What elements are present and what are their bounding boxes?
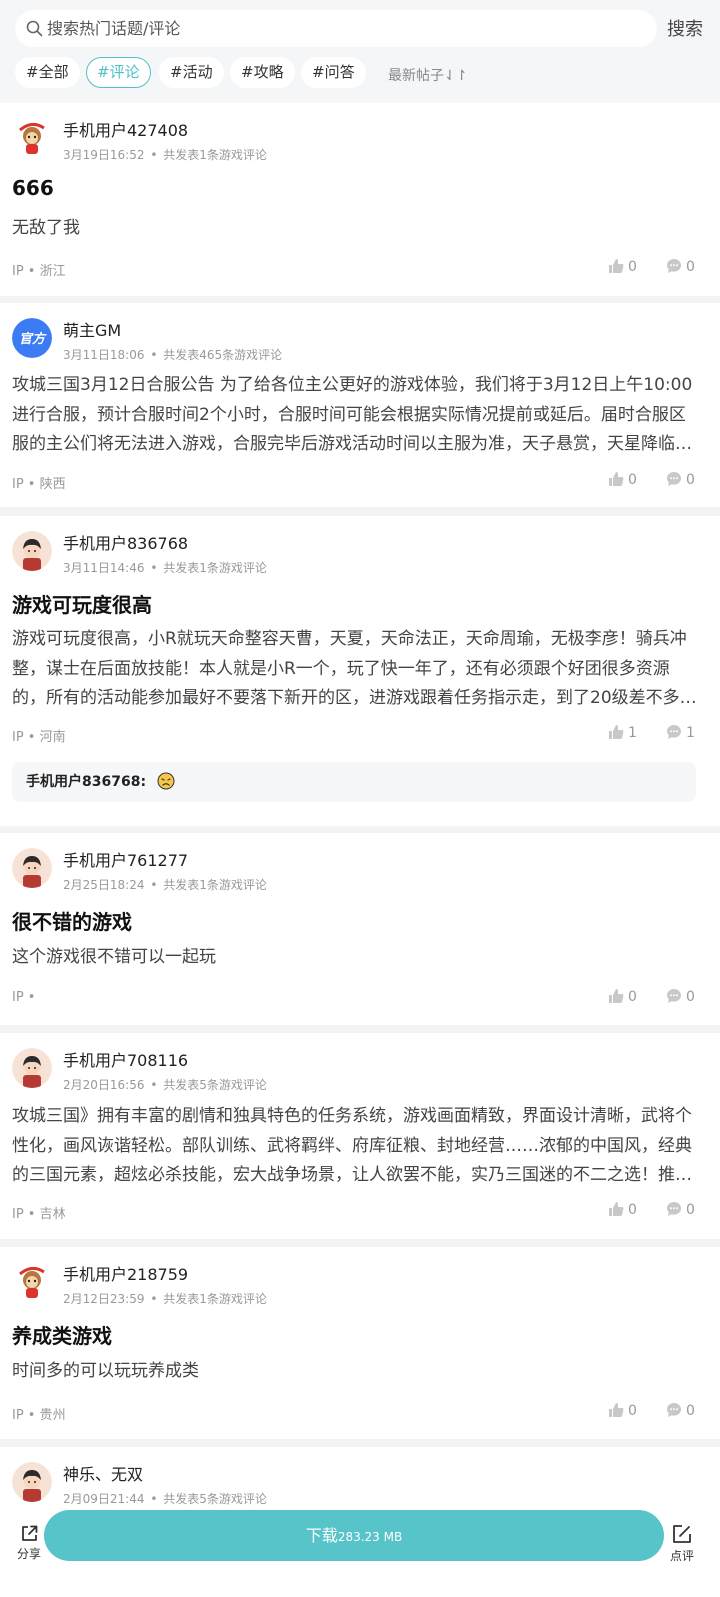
download-button[interactable]: 下载283.23 MB [44, 1510, 664, 1561]
thumbs-up-icon [609, 989, 624, 1003]
post-content: 攻城三国》拥有丰富的剧情和独具特色的任务系统，游戏画面精致，界面设计清晰，武将个… [12, 1106, 692, 1185]
boy-avatar-icon [12, 531, 52, 571]
comment-icon [667, 989, 681, 1003]
post-content: 攻城三国3月12日合服公告 为了给各位主公更好的游戏体验，我们将于3月12日上午… [12, 375, 693, 454]
post-title: 养成类游戏 [12, 1324, 112, 1348]
edit-review-icon [673, 1525, 691, 1543]
avatar[interactable] [12, 848, 52, 888]
official-badge-icon: 官方 [12, 318, 52, 358]
tag-activities[interactable]: #活动 [159, 57, 224, 88]
svg-text:官方: 官方 [19, 331, 47, 347]
username[interactable]: 手机用户836768 [63, 530, 188, 554]
tag-reviews[interactable]: #评论 [86, 57, 151, 88]
post-content: 游戏可玩度很高，小R就玩天命整容天曹，天夏，天命法正，天命周瑜，无极李彦！骑兵冲… [12, 629, 687, 708]
like-button[interactable]: 0 [608, 1201, 637, 1218]
username[interactable]: 手机用户708116 [63, 1047, 188, 1071]
search-box[interactable] [15, 10, 657, 47]
review-label: 点评 [669, 1549, 694, 1563]
post-meta: 3月11日18:06 • 共发表465条游戏评论 [63, 348, 283, 362]
monkey-avatar-icon [12, 118, 52, 158]
post-card[interactable]: 官方 萌主GM 3月11日18:06 • 共发表465条游戏评论 攻城三国3月1… [0, 303, 720, 507]
comment-icon [667, 1202, 681, 1216]
like-button[interactable]: 1 [608, 724, 637, 741]
post-title: 666 [12, 176, 54, 200]
review-button[interactable]: 点评 [668, 1523, 696, 1564]
tag-all[interactable]: #全部 [15, 57, 80, 88]
thumbs-up-icon [609, 1202, 624, 1216]
post-card[interactable]: 手机用户708116 2月20日16:56 • 共发表5条游戏评论 攻城三国》拥… [0, 1033, 720, 1239]
ip-location: IP • 贵州 [12, 1408, 66, 1423]
boy-avatar-icon [12, 848, 52, 888]
post-card[interactable]: 手机用户836768 3月11日14:46 • 共发表1条游戏评论 游戏可玩度很… [0, 516, 720, 826]
avatar[interactable]: 官方 [12, 318, 52, 358]
search-icon [26, 20, 43, 37]
comment-button[interactable]: 0 [666, 988, 695, 1005]
comment-icon [667, 725, 681, 739]
thumbs-up-icon [609, 259, 624, 273]
comment-button[interactable]: 0 [666, 471, 695, 488]
comment-button[interactable]: 0 [666, 258, 695, 275]
username[interactable]: 手机用户427408 [63, 117, 188, 141]
post-card[interactable]: 手机用户427408 3月19日16:52 • 共发表1条游戏评论 666 无敌… [0, 103, 720, 296]
ip-location: IP • 陕西 [12, 477, 66, 492]
avatar[interactable] [12, 531, 52, 571]
ip-location: IP • 吉林 [12, 1207, 66, 1222]
tag-qa[interactable]: #问答 [301, 57, 366, 88]
share-icon [22, 1525, 38, 1541]
comment-icon [667, 259, 681, 273]
post-content: 时间多的可以玩玩养成类 [12, 1361, 199, 1381]
post-meta: 3月19日16:52 • 共发表1条游戏评论 [63, 148, 267, 162]
sad-face-emoji-icon [157, 772, 175, 790]
share-label: 分享 [16, 1547, 41, 1561]
reply-author: 手机用户836768: [26, 774, 147, 790]
sort-latest-button[interactable]: 最新帖子⇃↾ [388, 65, 467, 85]
download-label: 下载 [305, 1526, 338, 1545]
username[interactable]: 手机用户218759 [63, 1261, 188, 1285]
comment-icon [667, 472, 681, 486]
share-button[interactable]: 分享 [13, 1523, 45, 1562]
bottom-action-bar: 分享 下载283.23 MB 点评 [0, 1505, 720, 1597]
comment-button[interactable]: 0 [666, 1402, 695, 1419]
top-bar: 搜索 #全部 #评论 #活动 #攻略 #问答 最新帖子⇃↾ [0, 0, 720, 103]
thumbs-up-icon [609, 472, 624, 486]
post-title: 游戏可玩度很高 [12, 593, 152, 617]
thumbs-up-icon [609, 725, 624, 739]
reply-preview[interactable]: 手机用户836768: [12, 762, 696, 802]
post-meta: 2月25日18:24 • 共发表1条游戏评论 [63, 878, 267, 892]
boy-avatar-icon [12, 1462, 52, 1502]
post-meta: 2月12日23:59 • 共发表1条游戏评论 [63, 1292, 267, 1306]
post-meta: 2月20日16:56 • 共发表5条游戏评论 [63, 1078, 267, 1092]
post-meta: 3月11日14:46 • 共发表1条游戏评论 [63, 561, 267, 575]
post-content: 这个游戏很不错可以一起玩 [12, 947, 216, 967]
like-button[interactable]: 0 [608, 988, 637, 1005]
ip-location: IP • 浙江 [12, 264, 66, 279]
boy-avatar-icon [12, 1048, 52, 1088]
comment-button[interactable]: 1 [666, 724, 695, 741]
post-card[interactable]: 手机用户761277 2月25日18:24 • 共发表1条游戏评论 很不错的游戏… [0, 833, 720, 1025]
comment-button[interactable]: 0 [666, 1201, 695, 1218]
like-button[interactable]: 0 [608, 1402, 637, 1419]
ip-location: IP • 河南 [12, 730, 66, 745]
avatar[interactable] [12, 1048, 52, 1088]
username[interactable]: 神乐、无双 [63, 1461, 143, 1485]
monkey-avatar-icon [12, 1262, 52, 1302]
comment-icon [667, 1403, 681, 1417]
like-button[interactable]: 0 [608, 258, 637, 275]
download-size: 283.23 MB [337, 1530, 403, 1544]
ip-location: IP • [12, 990, 36, 1005]
post-card[interactable]: 手机用户218759 2月12日23:59 • 共发表1条游戏评论 养成类游戏 … [0, 1247, 720, 1439]
post-content: 无敌了我 [12, 218, 80, 238]
avatar[interactable] [12, 118, 52, 158]
avatar[interactable] [12, 1262, 52, 1302]
search-input[interactable] [47, 10, 637, 47]
tag-guides[interactable]: #攻略 [230, 57, 295, 88]
username[interactable]: 手机用户761277 [63, 847, 188, 871]
tag-filter-bar: #全部 #评论 #活动 #攻略 #问答 最新帖子⇃↾ [15, 57, 715, 89]
avatar[interactable] [12, 1462, 52, 1502]
like-button[interactable]: 0 [608, 471, 637, 488]
search-button[interactable]: 搜索 [667, 15, 703, 41]
post-title: 很不错的游戏 [12, 910, 132, 934]
thumbs-up-icon [609, 1403, 624, 1417]
username[interactable]: 萌主GM [63, 317, 121, 341]
